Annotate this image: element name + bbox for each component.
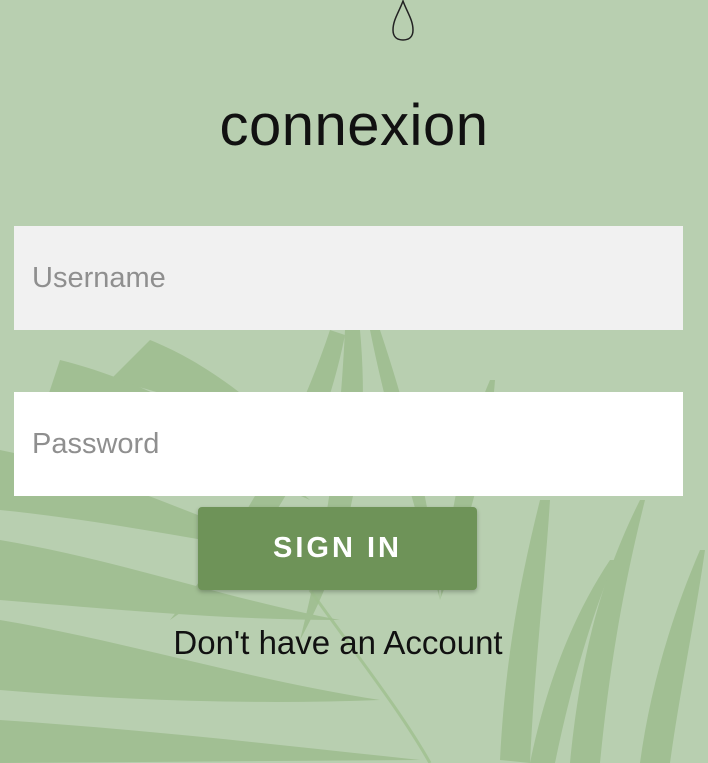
sign-in-button[interactable]: SIGN IN xyxy=(198,507,477,590)
login-screen: connexion SIGN IN Don't have an Account xyxy=(0,0,708,763)
signup-link[interactable]: Don't have an Account xyxy=(0,624,708,662)
page-title: connexion xyxy=(219,93,489,158)
username-input[interactable] xyxy=(14,226,683,330)
drop-icon xyxy=(392,0,414,41)
password-input[interactable] xyxy=(14,392,683,496)
